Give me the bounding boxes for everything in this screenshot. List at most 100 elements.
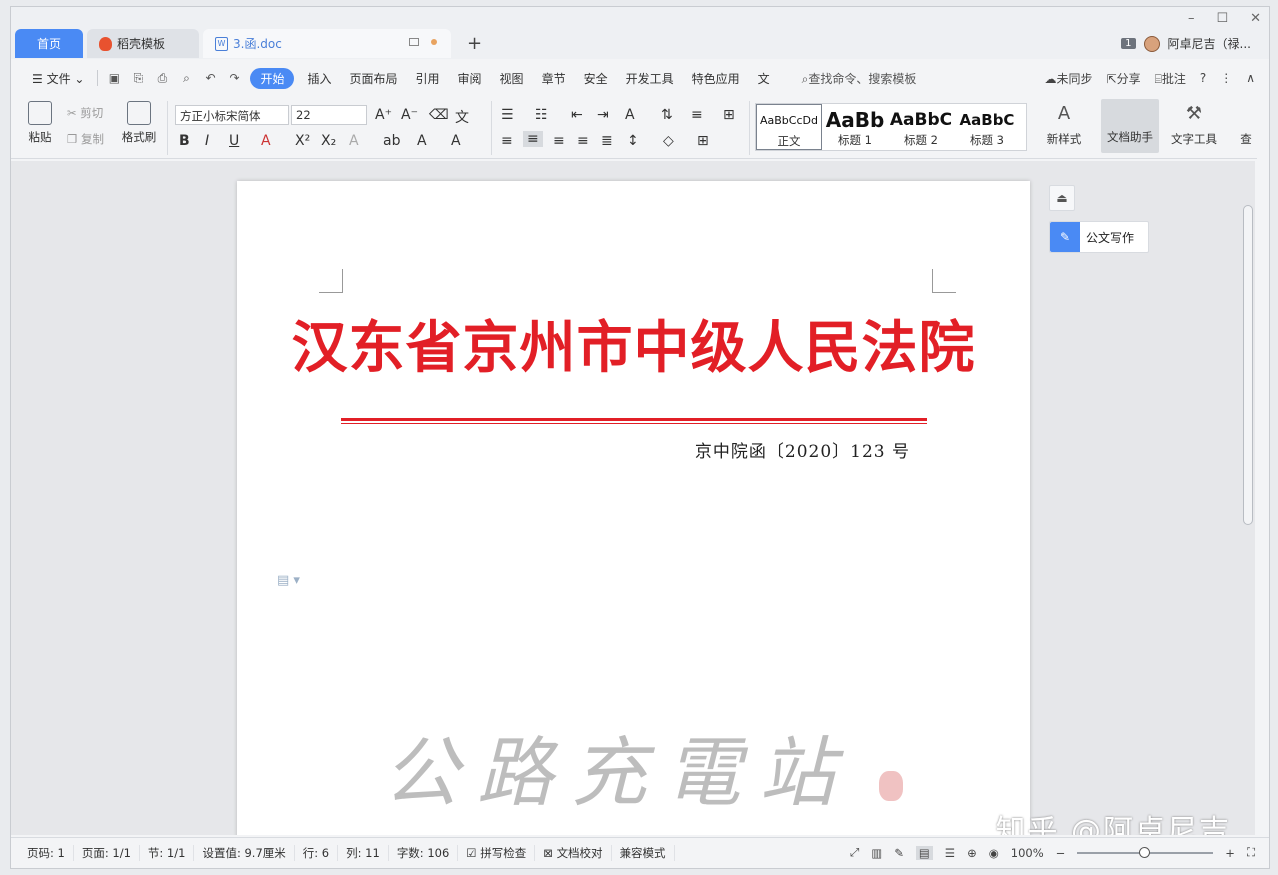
status-section[interactable]: 节: 1/1 (140, 844, 195, 861)
bullet-list-icon[interactable]: ☰ (501, 107, 514, 123)
status-setting[interactable]: 设置值: 9.7厘米 (194, 844, 295, 861)
command-search[interactable]: ⌕查找命令、搜索模板 (793, 70, 926, 87)
subscript-icon[interactable]: X₂ (321, 133, 336, 149)
zoom-out-icon[interactable]: − (1056, 846, 1066, 860)
tab-home[interactable]: 首页 (15, 29, 83, 58)
redo-icon[interactable]: ↷ (222, 71, 246, 85)
menu-item-security[interactable]: 安全 (575, 70, 617, 87)
print-preview-icon[interactable]: ⌕ (174, 71, 198, 86)
style-heading-3[interactable]: AaBbC 标题 3 (954, 104, 1020, 150)
help-icon[interactable]: ? (1200, 71, 1206, 85)
read-mode-icon[interactable]: ▥ (871, 846, 882, 860)
new-style-button[interactable]: A 新样式 (1039, 103, 1089, 147)
menu-item-more[interactable]: 文 (749, 70, 779, 87)
collapse-panel-icon[interactable]: ⏏ (1049, 185, 1075, 211)
ribbon-more-button[interactable]: 查 (1239, 131, 1253, 147)
text-effect-icon[interactable]: A (349, 133, 359, 149)
font-color-icon[interactable]: A (417, 133, 427, 149)
shrink-font-icon[interactable]: A⁻ (401, 107, 418, 123)
close-icon[interactable]: ✕ (1250, 11, 1261, 26)
text-tools-button[interactable]: ⚒ 文字工具 (1163, 103, 1225, 147)
style-heading-2[interactable]: AaBbC 标题 2 (888, 104, 954, 150)
copy-button[interactable]: ❐ 复制 (67, 131, 104, 147)
more-vertical-icon[interactable]: ⋮ (1220, 71, 1232, 85)
menu-item-view[interactable]: 视图 (491, 70, 533, 87)
grow-font-icon[interactable]: A⁺ (375, 107, 392, 123)
border-icon[interactable]: ⊞ (697, 133, 709, 149)
table-insert-icon[interactable]: ⊞ (723, 107, 735, 123)
menu-item-dev-tools[interactable]: 开发工具 (617, 70, 683, 87)
menu-item-chapter[interactable]: 章节 (533, 70, 575, 87)
align-left-icon[interactable]: ≡ (501, 133, 513, 149)
pinyin-icon[interactable]: 文 (455, 107, 469, 127)
menu-item-insert[interactable]: 插入 (298, 70, 340, 87)
tab-document[interactable]: W 3.函.doc (203, 29, 451, 58)
zoom-level[interactable]: 100% (1011, 846, 1044, 860)
file-menu[interactable]: ☰ 文件 ⌄ (23, 70, 93, 87)
menu-item-features[interactable]: 特色应用 (683, 70, 749, 87)
increase-indent-icon[interactable]: ⇥ (597, 107, 609, 123)
menu-item-start[interactable]: 开始 (250, 67, 295, 89)
cut-button[interactable]: ✂ 剪切 (67, 105, 103, 121)
avatar[interactable] (1143, 35, 1160, 52)
numbered-list-icon[interactable]: ☷ (535, 107, 548, 123)
doc-assistant-button[interactable]: 文档助手 (1101, 99, 1159, 153)
align-right-icon[interactable]: ≡ (553, 133, 565, 149)
para-spacing-icon[interactable]: ≡ (691, 107, 703, 123)
sort-icon[interactable]: ⇅ (661, 107, 673, 123)
text-direction-icon[interactable]: A (625, 107, 635, 123)
collapse-ribbon-icon[interactable]: ∧ (1246, 71, 1255, 85)
minimize-icon[interactable]: – (1188, 11, 1195, 26)
annotate-button[interactable]: ⌸批注 (1155, 70, 1186, 87)
web-view-icon[interactable]: ⊕ (967, 846, 977, 860)
document-page[interactable]: 汉东省京州市中级人民法院 京中院函〔2020〕123 号 ▤ ▾ 公路充電站 (237, 181, 1030, 835)
eye-protect-icon[interactable]: ◉ (989, 846, 999, 860)
shading-icon[interactable]: ◇ (663, 133, 674, 149)
decrease-indent-icon[interactable]: ⇤ (571, 107, 583, 123)
style-normal[interactable]: AaBbCcDd 正文 (756, 104, 822, 150)
maximize-icon[interactable]: ☐ (1216, 11, 1228, 26)
paste-button[interactable]: 粘贴 (23, 101, 57, 145)
font-size-select[interactable]: 22 (291, 105, 367, 125)
proofread-button[interactable]: ⊠ 文档校对 (535, 844, 612, 861)
zoom-in-icon[interactable]: + (1225, 846, 1235, 860)
print-icon[interactable]: ⎙ (150, 71, 174, 86)
char-shading-icon[interactable]: A (451, 133, 461, 149)
distribute-icon[interactable]: ≣ (601, 133, 613, 149)
new-tab-plus-icon[interactable]: + (467, 33, 482, 54)
spell-check-button[interactable]: ☑ 拼写检查 (458, 844, 536, 861)
menu-item-review[interactable]: 审阅 (449, 70, 491, 87)
export-icon[interactable]: ⎘ (126, 71, 150, 86)
justify-icon[interactable]: ≡ (577, 133, 589, 149)
tab-template[interactable]: 稻壳模板 (87, 29, 199, 58)
status-pages[interactable]: 页面: 1/1 (74, 844, 140, 861)
menu-item-reference[interactable]: 引用 (407, 70, 449, 87)
screen-icon[interactable] (409, 38, 419, 46)
fullscreen-icon[interactable]: ⤢ (850, 845, 859, 860)
undo-icon[interactable]: ↶ (198, 71, 222, 85)
clear-format-icon[interactable]: ⌫ (429, 107, 449, 123)
document-canvas[interactable]: 汉东省京州市中级人民法院 京中院函〔2020〕123 号 ▤ ▾ 公路充電站 ⏏… (11, 161, 1255, 835)
style-heading-1[interactable]: AaBb 标题 1 (822, 104, 888, 150)
window-count-badge[interactable]: 1 (1121, 38, 1136, 49)
italic-icon[interactable]: I (205, 133, 209, 149)
menu-item-layout[interactable]: 页面布局 (341, 70, 407, 87)
share-button[interactable]: ⇱分享 (1107, 70, 1141, 87)
strikethrough-icon[interactable]: A (261, 133, 271, 149)
outline-view-icon[interactable]: ☰ (945, 846, 955, 860)
superscript-icon[interactable]: X² (295, 133, 310, 149)
scrollbar-thumb[interactable] (1243, 205, 1253, 525)
user-area[interactable]: 1 阿卓尼吉（禄... (1121, 35, 1251, 52)
align-center-icon[interactable]: ≡ (523, 131, 543, 147)
edit-mode-icon[interactable]: ✎ (894, 846, 904, 860)
paragraph-marker-icon[interactable]: ▤ ▾ (277, 573, 300, 588)
page-view-icon[interactable]: ▤ (915, 845, 933, 860)
zoom-slider-knob[interactable] (1139, 846, 1151, 858)
user-name[interactable]: 阿卓尼吉（禄... (1168, 35, 1251, 52)
vertical-scrollbar[interactable] (1241, 165, 1253, 835)
bold-icon[interactable]: B (179, 133, 190, 149)
underline-icon[interactable]: U (229, 133, 239, 149)
status-page-num[interactable]: 页码: 1 (19, 844, 74, 861)
official-writing-button[interactable]: ✎ 公文写作 (1049, 221, 1149, 253)
sync-button[interactable]: ☁未同步 (1045, 70, 1093, 87)
